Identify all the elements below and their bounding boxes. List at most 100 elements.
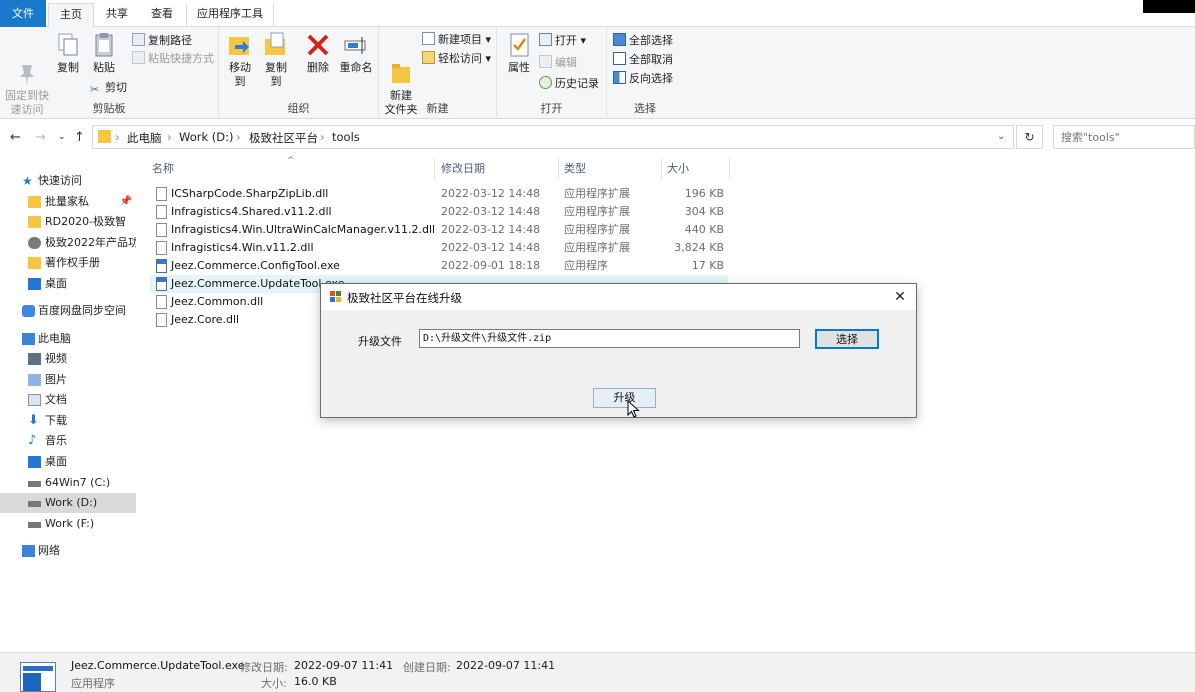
open-button[interactable]: 打开 ▾ [539, 32, 586, 50]
breadcrumb-drive[interactable]: Work (D:) [179, 130, 233, 144]
nav-music[interactable]: ♪ 音乐 [0, 431, 136, 451]
copy-path-icon [132, 33, 145, 46]
nav-documents[interactable]: 文档 [0, 390, 136, 410]
history-button[interactable]: 历史记录 [539, 75, 599, 93]
nav-item-folder[interactable]: RD2020-极致智 [0, 212, 136, 232]
column-divider[interactable] [661, 158, 662, 180]
desktop-icon [28, 456, 41, 468]
breadcrumb-folder[interactable]: 极致社区平台 [249, 130, 318, 146]
column-header-date[interactable]: 修改日期 [441, 158, 485, 180]
nav-item-folder[interactable]: 极致2022年产品功能 [0, 233, 136, 253]
app-window-icon [330, 291, 342, 303]
copy-path-button[interactable]: 复制路径 [132, 32, 192, 50]
search-input[interactable] [1054, 126, 1194, 148]
nav-item-desktop[interactable]: 桌面 [0, 274, 136, 294]
file-row[interactable]: ICSharpCode.SharpZipLib.dll 2022-03-12 1… [150, 185, 728, 203]
move-to-folder-icon [227, 31, 253, 59]
copy-to-button[interactable]: 复制到 [260, 31, 292, 89]
copy-icon [55, 31, 81, 59]
tab-file[interactable]: 文件 [0, 0, 46, 27]
nav-desktop[interactable]: 桌面 [0, 452, 136, 472]
tab-app-tools[interactable]: 应用程序工具 [186, 3, 274, 27]
invert-selection-button[interactable]: 反向选择 [613, 70, 673, 88]
column-divider[interactable] [558, 158, 559, 180]
file-row[interactable]: Infragistics4.Shared.v11.2.dll 2022-03-1… [150, 203, 728, 221]
nav-pictures[interactable]: 图片 [0, 370, 136, 390]
download-icon: ⬇ [28, 413, 39, 428]
back-arrow-icon[interactable]: ← [10, 130, 21, 145]
address-dropdown-icon[interactable]: ⌄ [997, 131, 1005, 142]
nav-drive-c[interactable]: 64Win7 (C:) [0, 473, 136, 493]
exe-large-icon [20, 662, 56, 692]
select-all-button[interactable]: 全部选择 [613, 32, 673, 50]
choose-button[interactable]: 选择 [815, 329, 879, 349]
tab-share[interactable]: 共享 [96, 3, 138, 27]
nav-downloads[interactable]: ⬇ 下载 [0, 411, 136, 431]
breadcrumb-this-pc[interactable]: 此电脑 [127, 130, 162, 146]
nav-item-folder[interactable]: 著作权手册 [0, 253, 136, 273]
nav-this-pc[interactable]: 此电脑 [0, 329, 136, 349]
column-header-type[interactable]: 类型 [564, 158, 586, 180]
paste-shortcut-icon [132, 51, 145, 64]
cut-button[interactable]: ✂ 剪切 [90, 79, 127, 97]
sort-ascending-icon: ^ [287, 156, 295, 166]
pin-icon [14, 45, 40, 85]
nav-drive-f[interactable]: Work (F:) [0, 514, 136, 534]
file-row[interactable]: Jeez.Commerce.ConfigTool.exe 2022-09-01 … [150, 257, 728, 275]
delete-button[interactable]: 删除 [305, 31, 331, 75]
status-type: 应用程序 [71, 677, 115, 690]
paste-shortcut-button[interactable]: 粘贴快捷方式 [132, 50, 214, 68]
dialog-title: 极致社区平台在线升级 [347, 291, 462, 305]
nav-item-folder[interactable]: 批量家私 📌 [0, 192, 136, 212]
tab-view[interactable]: 查看 [141, 3, 183, 27]
column-divider[interactable] [729, 158, 730, 180]
select-none-button[interactable]: 全部取消 [613, 51, 673, 69]
column-header-name[interactable]: 名称 [152, 158, 174, 180]
folder-icon [28, 216, 41, 228]
edit-button[interactable]: 编辑 [539, 54, 577, 72]
folder-icon [28, 196, 41, 208]
computer-icon [22, 333, 35, 345]
dll-file-icon [156, 313, 167, 327]
easy-access-button[interactable]: 轻松访问 ▾ [422, 50, 491, 68]
copy-button[interactable]: 复制 [54, 31, 82, 75]
address-bar[interactable]: › 此电脑 › Work (D:) › 极致社区平台 › tools ⌄ [92, 125, 1014, 149]
paste-button[interactable]: 粘贴 [90, 31, 118, 75]
column-divider[interactable] [434, 158, 435, 180]
folder-icon [98, 130, 111, 143]
upgrade-file-field[interactable]: D:\升级文件\升级文件.zip [419, 329, 800, 348]
properties-button[interactable]: 属性 [505, 31, 533, 75]
nav-network[interactable]: 网络 [0, 541, 136, 561]
status-created-label: 创建日期: [403, 661, 451, 674]
search-box[interactable] [1053, 125, 1195, 149]
new-item-icon [422, 32, 435, 45]
group-label-open: 打开 [540, 102, 563, 115]
status-filename: Jeez.Commerce.UpdateTool.exe [71, 659, 245, 672]
refresh-button[interactable]: ↻ [1016, 125, 1043, 149]
column-header-size[interactable]: 大小 [667, 158, 689, 180]
status-size: 16.0 KB [294, 675, 337, 688]
file-row[interactable]: Infragistics4.Win.UltraWinCalcManager.v1… [150, 221, 728, 239]
dll-file-icon [156, 241, 167, 255]
recent-dropdown-icon[interactable]: ⌄ [58, 132, 66, 142]
file-row[interactable]: Infragistics4.Win.v11.2.dll 2022-03-12 1… [150, 239, 728, 257]
forward-arrow-icon[interactable]: → [35, 130, 46, 145]
nav-baidu[interactable]: 百度网盘同步空间 [0, 301, 136, 321]
nav-quick-access[interactable]: ★ 快速访问 [0, 171, 136, 191]
up-arrow-icon[interactable]: ↑ [74, 130, 85, 145]
select-none-icon [613, 52, 626, 65]
upgrade-button[interactable]: 升级 [593, 388, 656, 408]
new-item-button[interactable]: 新建项目 ▾ [422, 31, 491, 49]
move-to-button[interactable]: 移动到 [224, 31, 256, 89]
nav-videos[interactable]: 视频 [0, 349, 136, 369]
rename-button[interactable]: 重命名 [337, 31, 375, 75]
tab-home[interactable]: 主页 [48, 3, 94, 27]
dll-file-icon [156, 295, 167, 309]
group-organize: 移动到 复制到 删除 重命名 组织 [219, 27, 379, 119]
close-icon[interactable]: ✕ [890, 287, 910, 307]
network-icon [22, 545, 35, 557]
breadcrumb-tools[interactable]: tools [332, 130, 360, 144]
dialog-titlebar[interactable]: 极致社区平台在线升级 ✕ [321, 284, 916, 310]
nav-drive-d[interactable]: Work (D:) [0, 493, 136, 513]
mouse-cursor-icon [627, 400, 640, 418]
